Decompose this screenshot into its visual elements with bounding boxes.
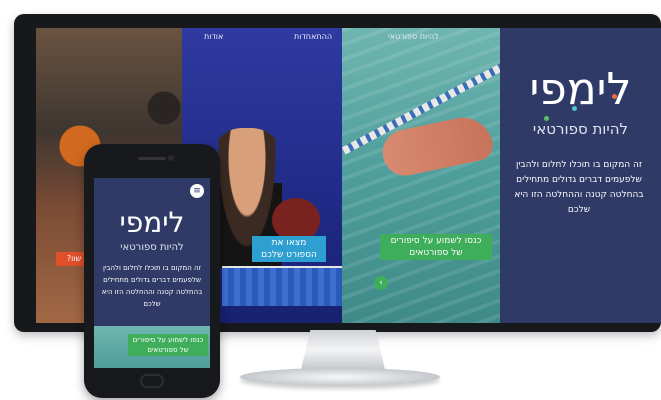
nav-about[interactable]: אודות: [204, 32, 223, 41]
table-image: [222, 266, 342, 306]
phone-brand-description: זה המקום בו תוכלו לחלום ולהבין שלפעמים ד…: [101, 264, 203, 308]
nav-register[interactable]: ההתאחדות: [294, 32, 332, 41]
brand-logo[interactable]: לימפי: [508, 66, 653, 114]
phone-camera: [168, 155, 174, 161]
home-button[interactable]: [140, 374, 164, 388]
stories-cta-button[interactable]: כנסו לשמוע על סיפורים של ספורטאים: [380, 234, 492, 260]
phone-speaker: [138, 157, 166, 160]
chevron-left-icon[interactable]: ‹: [374, 276, 388, 290]
phone-stories-cta-button[interactable]: כנסו לשמוע על סיפורים של ספורטאים: [128, 334, 208, 356]
monitor-base: [240, 368, 440, 386]
phone-brand-logo[interactable]: לימפי: [94, 206, 210, 239]
logo-dot-orange: [612, 94, 617, 99]
brand-panel: לימפי להיות ספורטאי זה המקום בו תוכלו לח…: [500, 28, 661, 323]
mobile-phone: ≡ לימפי להיות ספורטאי זה המקום בו תוכלו …: [84, 144, 220, 398]
nav-become-athlete[interactable]: להיות ספורטאי: [388, 32, 439, 41]
logo-dot-blue: [572, 106, 577, 111]
menu-icon[interactable]: ≡: [190, 184, 204, 198]
brand-subtitle: להיות ספורטאי: [532, 120, 629, 138]
phone-brand-subtitle: להיות ספורטאי: [120, 242, 184, 253]
find-sport-cta-button[interactable]: מצאו את הספורט שלכם: [252, 236, 326, 262]
brand-description: זה המקום בו תוכלו לחלום ולהבין שלפעמים ד…: [514, 160, 644, 215]
swimming-panel: [342, 28, 500, 323]
phone-screen: ≡ לימפי להיות ספורטאי זה המקום בו תוכלו …: [94, 178, 210, 368]
